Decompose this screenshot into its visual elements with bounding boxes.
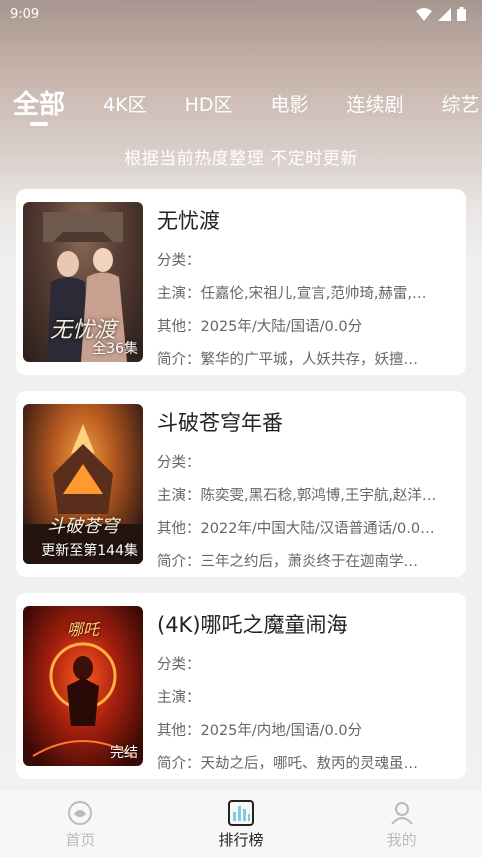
nav-label: 排行榜	[218, 831, 264, 849]
ranking-subtitle: 根据当前热度整理 不定时更新	[124, 149, 358, 169]
nav-ranking[interactable]: 排行榜	[161, 790, 322, 857]
tab-series[interactable]: 连续剧	[347, 82, 404, 117]
item-cast: 主演：任嘉伦,宋祖儿,宣言,范帅琦,赫雷,…	[157, 286, 427, 302]
item-category: 分类：	[157, 253, 201, 269]
item-cast: 主演：	[157, 690, 201, 706]
poster-title-art: 斗破苍穹	[47, 516, 119, 537]
poster-image: 哪吒 完结	[23, 606, 143, 766]
status-bar: 9:09	[0, 0, 482, 28]
item-info: 无忧渡 分类： 主演：任嘉伦,宋祖儿,宣言,范帅琦,赫雷,… 其他：2025年/…	[157, 205, 457, 377]
profile-icon	[390, 802, 413, 825]
nav-profile[interactable]: 我的	[321, 790, 482, 857]
episode-badge: 完结	[110, 745, 138, 761]
wifi-icon	[416, 7, 432, 21]
item-intro: 简介：天劫之后，哪吒、敖丙的灵魂虽…	[157, 756, 418, 772]
ranking-icon	[228, 800, 254, 826]
tab-label: 综艺	[441, 94, 480, 116]
poster-title-art: 哪吒	[66, 620, 99, 639]
tab-label: 电影	[270, 94, 309, 116]
item-category: 分类：	[157, 455, 201, 471]
nav-label: 我的	[386, 831, 417, 849]
list-item[interactable]: 斗破苍穹 更新至第144集 斗破苍穹年番 分类： 主演：陈奕雯,黑石稔,郭鸿博,…	[16, 391, 466, 577]
item-title: (4K)哪吒之魔童闹海	[157, 613, 348, 637]
item-intro: 简介：三年之约后，萧炎终于在迦南学…	[157, 554, 418, 570]
list-item[interactable]: 哪吒 完结 (4K)哪吒之魔童闹海 分类： 主演： 其他：2025年/内地/国语…	[16, 593, 466, 779]
item-other: 其他：2025年/大陆/国语/0.0分	[157, 319, 363, 335]
item-intro: 简介：繁华的广平城，人妖共存，妖擅…	[157, 352, 418, 368]
tab-label: 全部	[13, 90, 66, 120]
nav-label: 首页	[65, 831, 96, 849]
tab-variety[interactable]: 综艺	[442, 82, 480, 117]
nav-home[interactable]: 首页	[0, 790, 161, 857]
poster-image: 无忧渡 全36集	[23, 202, 143, 362]
item-title: 无忧渡	[157, 209, 220, 233]
tab-hd[interactable]: HD区	[185, 82, 233, 117]
episode-badge: 更新至第144集	[41, 543, 138, 559]
episode-badge: 全36集	[92, 341, 138, 357]
tab-label: 4K区	[103, 94, 147, 116]
item-title: 斗破苍穹年番	[157, 411, 283, 435]
signal-icon	[438, 7, 451, 21]
tab-all[interactable]: 全部	[13, 82, 66, 126]
tab-label: HD区	[184, 94, 233, 116]
item-category: 分类：	[157, 657, 201, 673]
item-cast: 主演：陈奕雯,黑石稔,郭鸿博,王宇航,赵洋…	[157, 488, 437, 504]
tab-4k[interactable]: 4K区	[103, 82, 147, 117]
item-info: (4K)哪吒之魔童闹海 分类： 主演： 其他：2025年/内地/国语/0.0分 …	[157, 609, 457, 781]
status-time: 9:09	[10, 6, 40, 22]
category-tabs: 全部 4K区 HD区 电影 连续剧 综艺	[0, 82, 482, 130]
item-info: 斗破苍穹年番 分类： 主演：陈奕雯,黑石稔,郭鸿博,王宇航,赵洋… 其他：202…	[157, 407, 457, 579]
item-other: 其他：2025年/内地/国语/0.0分	[157, 723, 363, 739]
tab-label: 连续剧	[346, 94, 404, 116]
poster-image: 斗破苍穹 更新至第144集	[23, 404, 143, 564]
tab-movie[interactable]: 电影	[271, 82, 309, 117]
home-icon	[68, 801, 93, 825]
bottom-nav: 首页 排行榜 我的	[0, 790, 482, 857]
active-tab-indicator	[30, 122, 48, 126]
status-icons	[416, 7, 466, 21]
battery-icon	[457, 7, 466, 21]
list-item[interactable]: 无忧渡 全36集 无忧渡 分类： 主演：任嘉伦,宋祖儿,宣言,范帅琦,赫雷,… …	[16, 189, 466, 375]
item-other: 其他：2022年/中国大陆/汉语普通话/0.0…	[157, 521, 435, 537]
